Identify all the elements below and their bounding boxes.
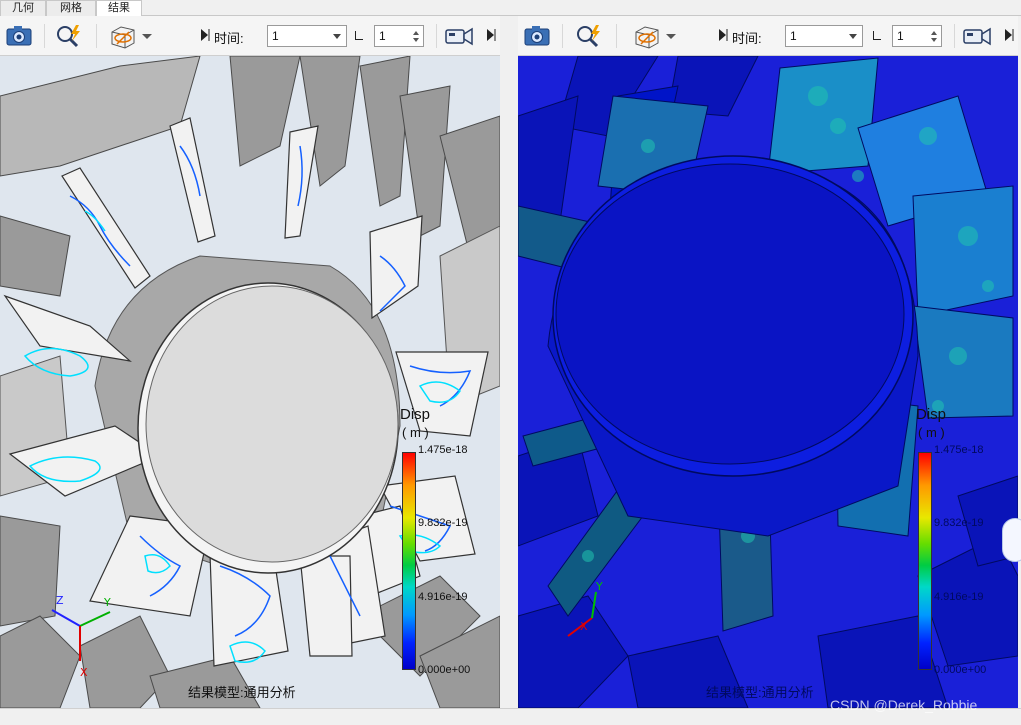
zoom-lightning-icon[interactable]: [574, 23, 604, 49]
right-3d-viewport[interactable]: X Y Disp ( m ) 1.475e-18 9.832e-19 4.916…: [518, 56, 1018, 708]
svg-text:Z: Z: [56, 594, 64, 607]
time-label: 时间:: [732, 31, 762, 46]
camera-icon[interactable]: [522, 23, 552, 49]
video-camera-icon[interactable]: [444, 23, 474, 49]
spinner-down-icon[interactable]: [413, 38, 419, 42]
zoom-lightning-icon[interactable]: [54, 23, 84, 49]
step-marker-icon: [355, 31, 363, 40]
color-legend-bar: [402, 452, 416, 670]
heatsink-displacement-model: X Y: [518, 56, 1018, 708]
pane-splitter[interactable]: [500, 16, 518, 708]
legend-tick: 9.832e-19: [418, 517, 468, 529]
svg-text:X: X: [580, 620, 588, 633]
color-legend-bar: [918, 452, 932, 670]
toolbar-divider: [954, 24, 955, 48]
video-camera-icon[interactable]: [962, 23, 992, 49]
left-result-pane: 时间: 1 1 Z Y X Disp (m) 1.475e-18 9.832…: [0, 16, 500, 708]
collapse-icon[interactable]: [716, 23, 730, 49]
collapse-icon[interactable]: [1002, 23, 1016, 49]
box-view-icon[interactable]: [632, 23, 662, 49]
watermark-text: CSDN @Derek_Robbie: [830, 697, 978, 713]
toolbar-divider: [96, 24, 97, 48]
time-select-value: 1: [272, 29, 279, 43]
time-select[interactable]: 1: [785, 25, 863, 47]
legend-title: Disp: [916, 406, 947, 423]
legend-title: Disp: [400, 406, 431, 423]
tab-mesh[interactable]: 网格: [46, 0, 96, 16]
spinner-down-icon[interactable]: [931, 38, 937, 42]
collapse-icon[interactable]: [484, 23, 498, 49]
legend-tick-max: 1.475e-18: [934, 444, 984, 456]
legend-tick: 4.916e-19: [934, 591, 984, 603]
dropdown-arrow-icon[interactable]: [664, 23, 678, 49]
left-3d-viewport[interactable]: Z Y X Disp ( m ) 1.475e-18 9.832e-19 4.9…: [0, 56, 500, 708]
right-result-pane: 时间: 1 1 X Y Disp (m) 1.475e-18 9.832e-…: [518, 16, 1018, 708]
legend-tick: 9.832e-19: [934, 517, 984, 529]
legend-unit: ( m ): [918, 425, 945, 440]
spinner-up-icon[interactable]: [931, 31, 937, 35]
spinner-up-icon[interactable]: [413, 31, 419, 35]
step-spinner-value: 1: [897, 29, 904, 43]
time-label: 时间:: [214, 31, 244, 46]
dropdown-arrow-icon[interactable]: [140, 23, 154, 49]
chevron-down-icon: [849, 34, 857, 39]
legend-tick-min: 0.000e+00: [934, 664, 987, 676]
chevron-down-icon: [333, 34, 341, 39]
right-toolbar: 时间: 1 1: [518, 16, 1018, 56]
toolbar-divider: [562, 24, 563, 48]
collapse-icon[interactable]: [198, 23, 212, 49]
step-spinner[interactable]: 1: [374, 25, 424, 47]
toolbar-divider: [436, 24, 437, 48]
result-tab-bar: 几何 网格 结果: [0, 0, 1021, 17]
floating-side-handle[interactable]: [1002, 518, 1021, 562]
legend-tick: 4.916e-19: [418, 591, 468, 603]
time-select-value: 1: [790, 29, 797, 43]
step-spinner-value: 1: [379, 29, 386, 43]
toolbar-divider: [616, 24, 617, 48]
left-toolbar: 时间: 1 1: [0, 16, 500, 56]
svg-text:X: X: [80, 666, 88, 679]
heatsink-gray-model: Z Y X: [0, 56, 500, 708]
tab-results[interactable]: 结果: [96, 0, 142, 17]
result-model-caption: 结果模型:通用分析: [188, 685, 296, 700]
box-view-icon[interactable]: [108, 23, 138, 49]
legend-tick-min: 0.000e+00: [418, 664, 471, 676]
legend-unit: ( m ): [402, 425, 429, 440]
svg-text:Y: Y: [103, 596, 111, 609]
camera-icon[interactable]: [4, 23, 34, 49]
toolbar-divider: [44, 24, 45, 48]
result-model-caption: 结果模型:通用分析: [706, 685, 814, 700]
time-select[interactable]: 1: [267, 25, 347, 47]
svg-text:Y: Y: [595, 580, 603, 593]
step-spinner[interactable]: 1: [892, 25, 942, 47]
tab-geometry[interactable]: 几何: [0, 0, 46, 16]
legend-tick-max: 1.475e-18: [418, 444, 468, 456]
step-marker-icon: [873, 31, 881, 40]
